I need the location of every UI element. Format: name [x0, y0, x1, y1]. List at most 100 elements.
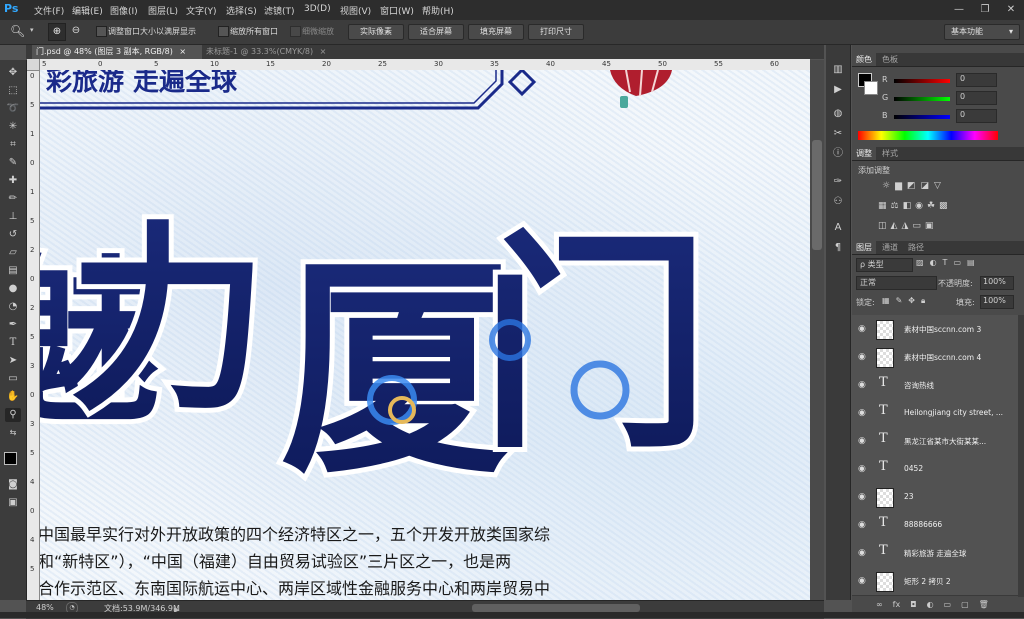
b-value-input[interactable]: 0: [956, 109, 997, 123]
zoom-tool-icon[interactable]: ⚲: [5, 408, 21, 422]
screen-mode-icon[interactable]: ▣: [5, 496, 21, 510]
visibility-eye-icon[interactable]: ◉: [858, 408, 866, 418]
hue-icon[interactable]: ▦: [878, 201, 887, 215]
eraser-icon[interactable]: ▱: [5, 246, 21, 260]
resize-windows-checkbox[interactable]: [96, 26, 107, 37]
link-layers-icon[interactable]: ∞: [876, 600, 883, 612]
canvas-scroll-thumb[interactable]: [812, 140, 822, 250]
layer-row[interactable]: ◉ 素材中国sccnn.com 4: [852, 343, 1018, 372]
print-size-button[interactable]: 打印尺寸: [528, 24, 584, 40]
visibility-eye-icon[interactable]: ◉: [858, 436, 866, 446]
gradient-tool-icon[interactable]: ▤: [5, 264, 21, 278]
magic-wand-icon[interactable]: ✳: [5, 120, 21, 134]
workspace-select[interactable]: 基本功能 ▾: [944, 24, 1020, 40]
info-panel-icon[interactable]: ⓘ: [831, 147, 845, 161]
posterize-icon[interactable]: ◭: [891, 221, 898, 235]
bg-color-swatch[interactable]: [864, 81, 878, 95]
menu-window[interactable]: 窗口(W): [380, 4, 414, 17]
balance-icon[interactable]: ⚖: [891, 201, 899, 215]
tab-active-document[interactable]: 门.psd @ 48% (图层 3 副本, RGB/8) ×: [32, 45, 202, 59]
tab-swatches[interactable]: 色板: [878, 53, 902, 66]
color-spectrum[interactable]: [858, 131, 998, 140]
visibility-eye-icon[interactable]: ◉: [858, 352, 866, 362]
layer-row[interactable]: ◉ T 精彩旅游 走遍全球: [852, 539, 1018, 568]
visibility-eye-icon[interactable]: ◉: [858, 324, 866, 334]
brush-panel-icon[interactable]: ✂: [831, 127, 845, 141]
g-value-input[interactable]: 0: [956, 91, 997, 105]
zoom-level[interactable]: 48%: [36, 603, 54, 612]
marquee-tool-icon[interactable]: ⬚: [5, 84, 21, 98]
lock-move-icon[interactable]: ✥: [908, 296, 915, 308]
tab-styles[interactable]: 样式: [878, 147, 902, 160]
brush-presets-icon[interactable]: ✑: [831, 175, 845, 189]
visibility-eye-icon[interactable]: ◉: [858, 520, 866, 530]
blend-mode-select[interactable]: 正常: [856, 276, 937, 290]
paragraph-panel-icon[interactable]: ¶: [831, 241, 845, 255]
gradient-map-icon[interactable]: ▭: [912, 221, 921, 235]
restore-icon[interactable]: ❐: [972, 0, 998, 18]
threshold-icon[interactable]: ◮: [901, 221, 908, 235]
menu-type[interactable]: 文字(Y): [186, 4, 217, 17]
selective-color-icon[interactable]: ▣: [925, 221, 934, 235]
layer-row[interactable]: ◉ T 咨询热线: [852, 371, 1018, 400]
clone-stamp-icon[interactable]: ⊥: [5, 210, 21, 224]
add-mask-icon[interactable]: ◘: [910, 600, 916, 612]
lock-transparent-icon[interactable]: ▦: [882, 296, 890, 308]
vibrance-icon[interactable]: ▽: [934, 181, 941, 195]
menu-edit[interactable]: 编辑(E): [72, 4, 103, 17]
blur-tool-icon[interactable]: ●: [5, 282, 21, 296]
opacity-input[interactable]: 100%: [980, 276, 1014, 290]
tab-inactive-document[interactable]: 未标题-1 @ 33.3%(CMYK/8) ×: [202, 45, 360, 59]
tool-preset-chevron-icon[interactable]: ▾: [30, 26, 34, 34]
layer-kind-filter[interactable]: ρ 类型: [856, 258, 913, 272]
channel-mixer-icon[interactable]: ☘: [927, 201, 935, 215]
r-slider[interactable]: [894, 79, 950, 83]
clone-source-icon[interactable]: ⚇: [831, 195, 845, 209]
swap-colors-icon[interactable]: ⇆: [5, 426, 21, 440]
close-tab-icon[interactable]: ×: [320, 47, 327, 56]
menu-image[interactable]: 图像(I): [110, 4, 138, 17]
menu-filter[interactable]: 滤镜(T): [264, 4, 295, 17]
photo-filter-icon[interactable]: ◉: [915, 201, 923, 215]
document-canvas[interactable]: 魅 力 厦 门 彩旅游 走遍全球 中国最早实行对外开放政策的四个经济特区之一，五…: [40, 70, 810, 600]
lookup-icon[interactable]: ▩: [939, 201, 948, 215]
layer-row[interactable]: ◉ 23: [852, 483, 1018, 512]
b-slider[interactable]: [894, 115, 950, 119]
menu-select[interactable]: 选择(S): [226, 4, 257, 17]
layer-row[interactable]: ◉ T 黑龙江省某市大街某某...: [852, 427, 1018, 456]
visibility-eye-icon[interactable]: ◉: [858, 380, 866, 390]
shape-tool-icon[interactable]: ▭: [5, 372, 21, 386]
character-panel-icon[interactable]: A: [831, 221, 845, 235]
bw-icon[interactable]: ◧: [903, 201, 912, 215]
tab-channels[interactable]: 通道: [878, 241, 902, 254]
zoom-all-checkbox[interactable]: [218, 26, 229, 37]
layer-row[interactable]: ◉ 矩形 2 拷贝 2: [852, 567, 1018, 596]
exposure-icon[interactable]: ◪: [921, 181, 930, 195]
new-adjustment-icon[interactable]: ◐: [927, 600, 934, 612]
pen-tool-icon[interactable]: ✒: [5, 318, 21, 332]
trash-icon[interactable]: 🗑︎: [979, 600, 989, 612]
layer-row[interactable]: ◉ T 88886666: [852, 511, 1018, 540]
hand-tool-icon[interactable]: ✋: [5, 390, 21, 404]
layers-scrollbar[interactable]: [1018, 315, 1024, 597]
brightness-icon[interactable]: ☼: [882, 181, 890, 195]
layer-row[interactable]: ◉ T 0452: [852, 455, 1018, 484]
scrubby-zoom-checkbox[interactable]: [290, 26, 301, 37]
actions-panel-icon[interactable]: ▶: [831, 83, 845, 97]
swatches-panel-icon[interactable]: ◍: [831, 107, 845, 121]
actual-pixels-button[interactable]: 实际像素: [348, 24, 404, 40]
horizontal-scrollbar[interactable]: [472, 604, 640, 612]
tab-adjustments[interactable]: 调整: [852, 147, 876, 160]
curves-icon[interactable]: ◩: [907, 181, 916, 195]
quick-mask-icon[interactable]: ◙: [5, 478, 21, 492]
pixel-filter-icon[interactable]: ▨: [916, 258, 924, 270]
lasso-tool-icon[interactable]: ➰: [5, 102, 21, 116]
brush-tool-icon[interactable]: ✏: [5, 192, 21, 206]
g-slider[interactable]: [894, 97, 950, 101]
close-tab-icon[interactable]: ×: [179, 47, 186, 56]
type-filter-icon[interactable]: T: [943, 258, 948, 270]
smart-filter-icon[interactable]: ▤: [967, 258, 975, 270]
dodge-tool-icon[interactable]: ◔: [5, 300, 21, 314]
tab-color[interactable]: 颜色: [852, 53, 876, 66]
levels-icon[interactable]: ▆: [895, 181, 902, 195]
